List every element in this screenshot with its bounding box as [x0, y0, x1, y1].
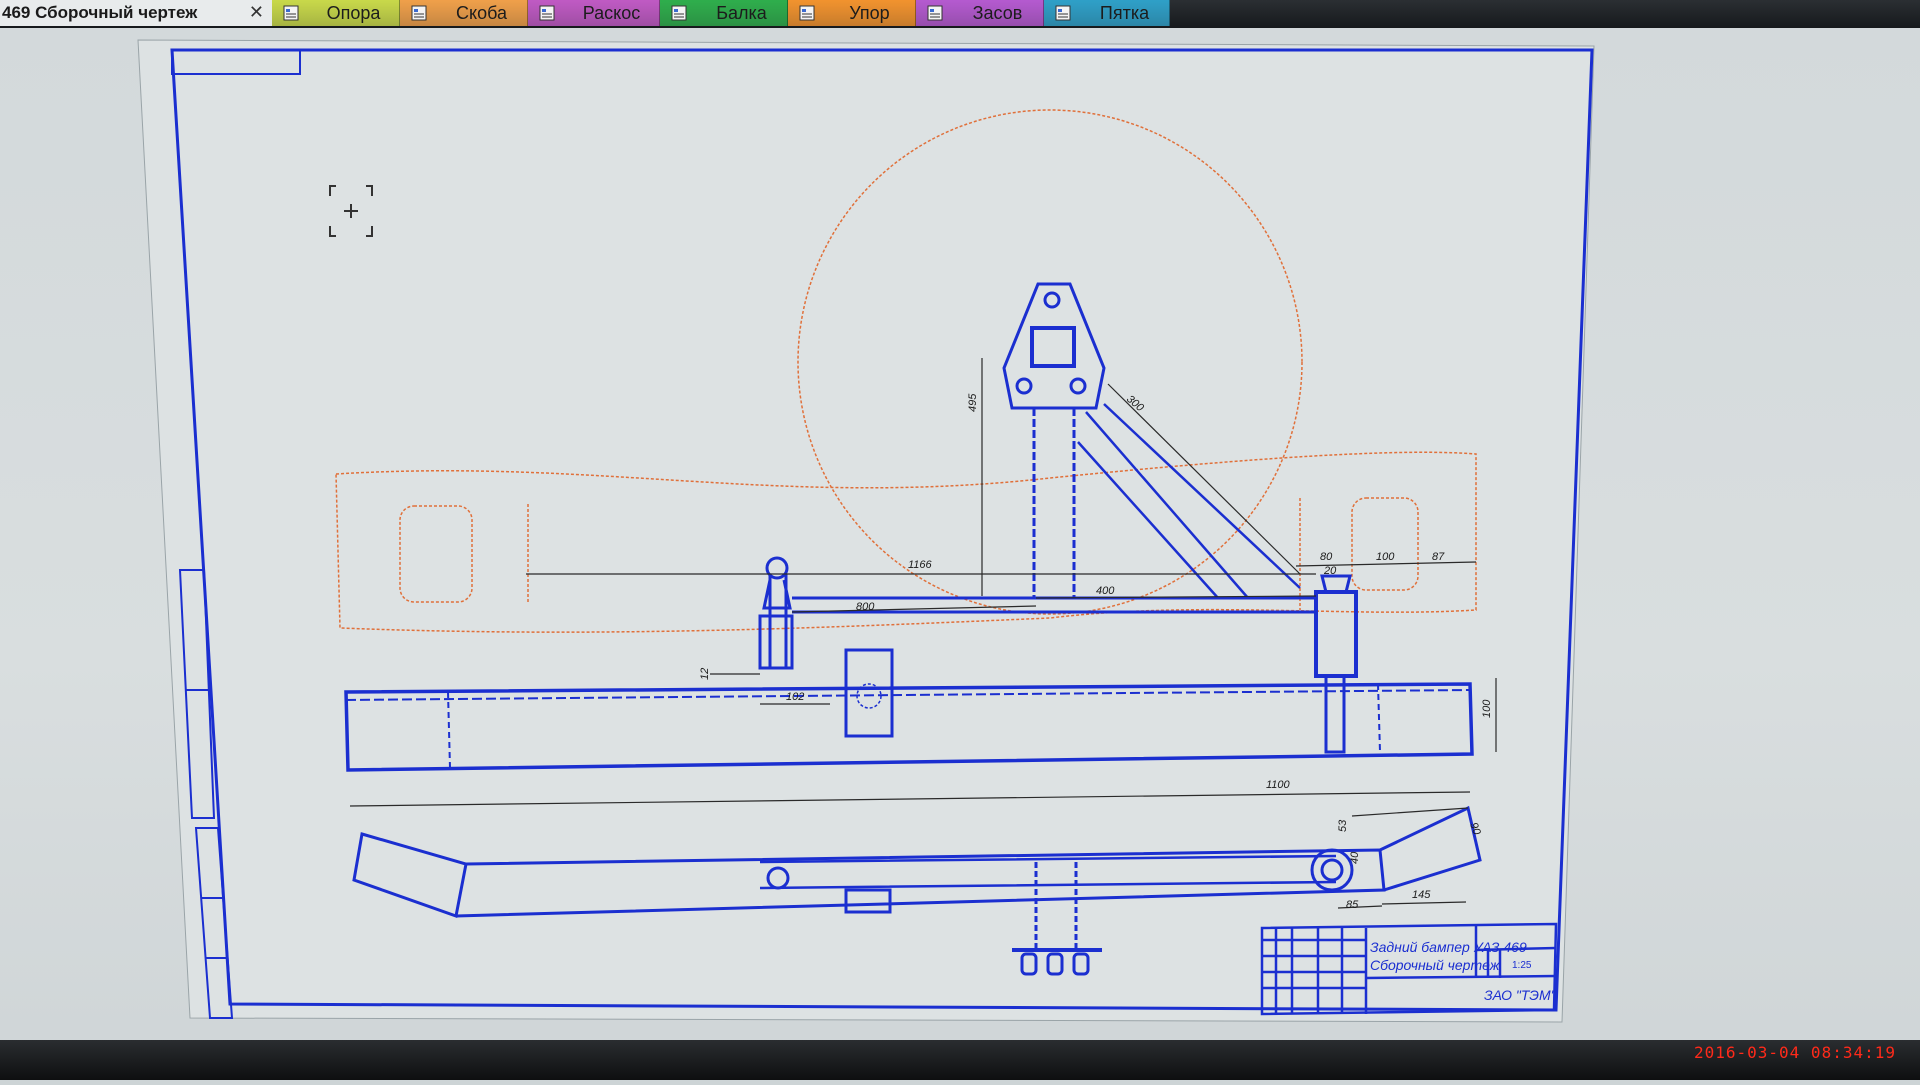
dim-label-495: 495: [967, 393, 979, 412]
document-icon: [539, 5, 555, 21]
title-block-scale: 1:25: [1512, 960, 1532, 971]
document-icon: [671, 5, 687, 21]
tab-3[interactable]: Раскос: [528, 0, 660, 26]
dim-label-102: 102: [786, 691, 804, 703]
tab-6[interactable]: Засов: [916, 0, 1044, 26]
document-icon: [411, 5, 427, 21]
dim-label-100b: 100: [1481, 699, 1493, 718]
dim-label-12: 12: [699, 668, 711, 680]
document-icon: [283, 5, 299, 21]
drawing-workspace[interactable]: 1166 800 400 80 20 100 87 495 300 102 10…: [0, 28, 1920, 1080]
dim-label-1100: 1100: [1266, 779, 1291, 791]
dim-label-80: 80: [1320, 551, 1333, 563]
tab-2[interactable]: Скоба: [400, 0, 528, 26]
tab-label: Балка: [716, 2, 767, 23]
tab-1[interactable]: Опора: [272, 0, 400, 26]
tab-label: Засов: [972, 2, 1023, 23]
tab-label: Опора: [326, 2, 381, 23]
dim-label-85: 85: [1346, 899, 1359, 911]
close-icon[interactable]: ✕: [249, 2, 264, 23]
tab-label: Скоба: [456, 2, 507, 23]
title-block-name-line1: Задний бампер УАЗ 469: [1370, 939, 1527, 955]
photo-timestamp: 2016-03-04 08:34:19: [1693, 1043, 1896, 1062]
drawing-canvas[interactable]: 1166 800 400 80 20 100 87 495 300 102 10…: [0, 28, 1920, 1080]
tab-label: Упор: [849, 2, 890, 23]
title-block-company: ЗАО "ТЭМ": [1484, 987, 1557, 1003]
active-tab-label: 469 Сборочный чертеж: [2, 3, 198, 22]
title-block-name-line2: Сборочный чертеж: [1370, 957, 1501, 973]
document-icon: [927, 5, 943, 21]
dim-label-53: 53: [1337, 819, 1349, 832]
dim-label-87: 87: [1432, 551, 1445, 563]
dim-label-20: 20: [1323, 565, 1337, 577]
dim-label-400: 400: [1096, 585, 1115, 597]
dim-label-100a: 100: [1376, 551, 1395, 563]
tab-7[interactable]: Пятка: [1044, 0, 1170, 26]
dim-label-800: 800: [856, 601, 875, 613]
document-icon: [1055, 5, 1071, 21]
document-tab-bar: 469 Сборочный чертеж ✕ Опора Скоба Раскос Б…: [0, 0, 1920, 28]
tab-label: Раскос: [582, 2, 641, 23]
tab-active-document[interactable]: 469 Сборочный чертеж ✕: [0, 0, 272, 26]
document-icon: [799, 5, 815, 21]
tab-4[interactable]: Балка: [660, 0, 788, 26]
dim-label-40: 40: [1349, 851, 1361, 864]
tab-label: Пятка: [1099, 2, 1150, 23]
dim-label-145: 145: [1412, 889, 1431, 901]
dim-label-1166: 1166: [908, 559, 933, 571]
monitor-bezel: 2016-03-04 08:34:19: [0, 1040, 1920, 1080]
tab-5[interactable]: Упор: [788, 0, 916, 26]
